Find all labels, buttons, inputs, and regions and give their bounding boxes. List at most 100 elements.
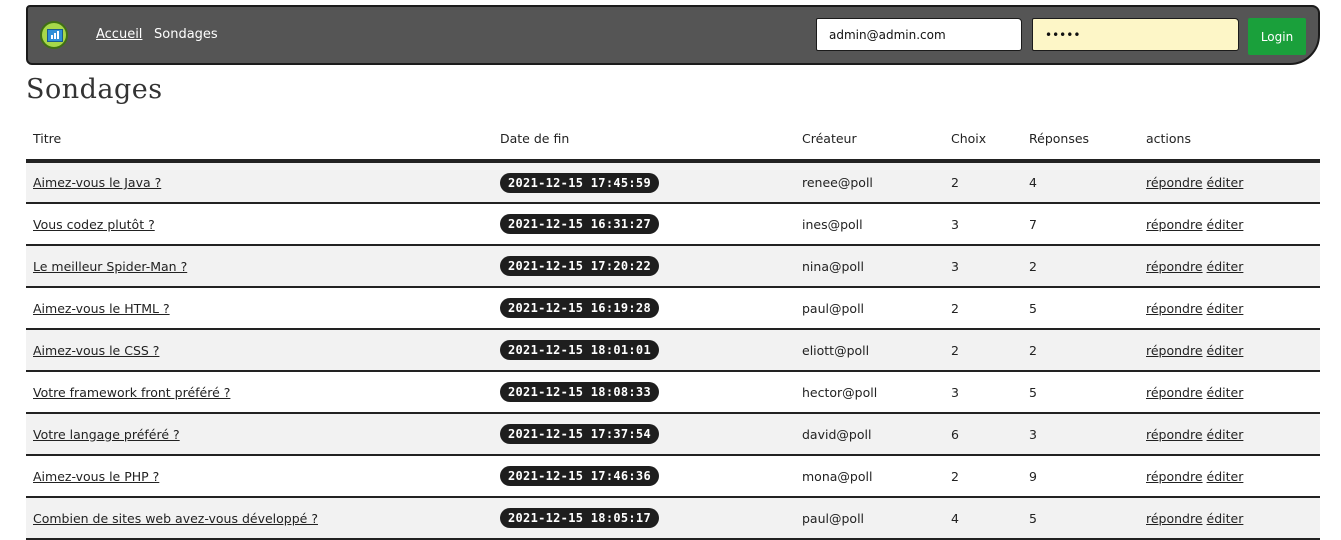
page-title: Sondages [26,74,163,105]
row-choices-cell: 2 [944,455,1022,498]
table-row: Aimez-vous le CSS ? 2021-12-15 18:01:01 el… [26,329,1320,372]
row-answers-cell: 9 [1022,455,1139,498]
row-actions-cell: répondre éditer [1139,455,1320,498]
row-title-cell: Aimez-vous le CSS ? [26,329,493,372]
row-creator-cell: paul@poll [795,287,944,330]
row-title-cell: Votre langage préféré ? [26,413,493,456]
row-choices-cell: 4 [944,497,1022,540]
row-creator-cell: david@poll [795,413,944,456]
row-actions-cell: répondre éditer [1139,287,1320,330]
row-title-cell: Le meilleur Spider-Man ? [26,245,493,288]
poll-title-link[interactable]: Aimez-vous le PHP ? [33,469,159,484]
row-date-cell: 2021-12-15 16:31:27 [493,203,795,246]
row-date-cell: 2021-12-15 17:46:36 [493,455,795,498]
edit-link[interactable]: éditer [1207,343,1244,358]
row-title-cell: Vous codez plutôt ? [26,203,493,246]
nav-home-link[interactable]: Accueil [96,27,142,42]
row-title-cell: Votre framework front préféré ? [26,371,493,414]
end-date-badge: 2021-12-15 17:37:54 [500,424,659,444]
end-date-badge: 2021-12-15 17:20:22 [500,256,659,276]
answer-link[interactable]: répondre [1146,301,1203,316]
edit-link[interactable]: éditer [1207,217,1244,232]
row-title-cell: Combien de sites web avez-vous développé… [26,497,493,540]
end-date-badge: 2021-12-15 16:31:27 [500,214,659,234]
header-end-date: Date de fin [493,118,795,163]
chart-screen-icon [47,29,63,42]
logo-icon[interactable] [40,21,68,49]
end-date-badge: 2021-12-15 17:45:59 [500,172,659,193]
login-button[interactable]: Login [1248,18,1306,55]
row-choices-cell: 2 [944,287,1022,330]
table-row: Aimez-vous le Java ? 2021-12-15 17:45:59 r… [26,161,1320,204]
row-actions-cell: répondre éditer [1139,329,1320,372]
row-actions-cell: répondre éditer [1139,203,1320,246]
row-creator-cell: hector@poll [795,371,944,414]
top-navbar: Accueil Sondages Login [26,5,1320,65]
poll-title-link[interactable]: Le meilleur Spider-Man ? [33,259,187,274]
row-choices-cell: 2 [944,161,1022,204]
table-row: Combien de sites web avez-vous développé… [26,497,1320,540]
row-creator-cell: renee@poll [795,161,944,204]
end-date-badge: 2021-12-15 16:19:28 [500,298,659,318]
table-row: Aimez-vous le HTML ? 2021-12-15 16:19:28 p… [26,287,1320,330]
answer-link[interactable]: répondre [1146,217,1203,232]
row-date-cell: 2021-12-15 18:08:33 [493,371,795,414]
poll-title-link[interactable]: Combien de sites web avez-vous développé… [33,511,318,526]
edit-link[interactable]: éditer [1207,511,1244,526]
table-row: Vous codez plutôt ? 2021-12-15 16:31:27 in… [26,203,1320,246]
row-title-cell: Aimez-vous le PHP ? [26,455,493,498]
answer-link[interactable]: répondre [1146,511,1203,526]
row-creator-cell: eliott@poll [795,329,944,372]
email-field[interactable] [816,18,1022,51]
polls-table-container: Titre Date de fin Créateur Choix Réponse… [26,118,1320,540]
poll-title-link[interactable]: Aimez-vous le HTML ? [33,301,170,316]
row-choices-cell: 2 [944,329,1022,372]
poll-title-link[interactable]: Vous codez plutôt ? [33,217,155,232]
row-date-cell: 2021-12-15 17:45:59 [493,161,795,204]
table-row: Le meilleur Spider-Man ? 2021-12-15 17:20… [26,245,1320,288]
edit-link[interactable]: éditer [1207,175,1244,190]
answer-link[interactable]: répondre [1146,385,1203,400]
row-creator-cell: paul@poll [795,497,944,540]
poll-title-link[interactable]: Aimez-vous le CSS ? [33,343,159,358]
row-answers-cell: 5 [1022,371,1139,414]
edit-link[interactable]: éditer [1207,469,1244,484]
edit-link[interactable]: éditer [1207,301,1244,316]
table-body: Aimez-vous le Java ? 2021-12-15 17:45:59 r… [26,161,1320,540]
password-field[interactable] [1032,18,1239,51]
row-choices-cell: 3 [944,203,1022,246]
row-creator-cell: ines@poll [795,203,944,246]
answer-link[interactable]: répondre [1146,469,1203,484]
answer-link[interactable]: répondre [1146,259,1203,274]
poll-title-link[interactable]: Aimez-vous le Java ? [33,175,161,190]
end-date-badge: 2021-12-15 18:08:33 [500,382,659,402]
row-actions-cell: répondre éditer [1139,161,1320,204]
row-actions-cell: répondre éditer [1139,413,1320,456]
row-date-cell: 2021-12-15 18:05:17 [493,497,795,540]
answer-link[interactable]: répondre [1146,343,1203,358]
row-choices-cell: 3 [944,371,1022,414]
row-actions-cell: répondre éditer [1139,497,1320,540]
row-title-cell: Aimez-vous le Java ? [26,161,493,204]
edit-link[interactable]: éditer [1207,427,1244,442]
end-date-badge: 2021-12-15 18:01:01 [500,340,659,360]
answer-link[interactable]: répondre [1146,175,1203,190]
header-choices: Choix [944,118,1022,163]
row-choices-cell: 6 [944,413,1022,456]
answer-link[interactable]: répondre [1146,427,1203,442]
row-date-cell: 2021-12-15 18:01:01 [493,329,795,372]
row-answers-cell: 7 [1022,203,1139,246]
header-title: Titre [26,118,493,163]
edit-link[interactable]: éditer [1207,259,1244,274]
row-date-cell: 2021-12-15 17:37:54 [493,413,795,456]
table-row: Votre langage préféré ? 2021-12-15 17:37:… [26,413,1320,456]
header-answers: Réponses [1022,118,1139,163]
edit-link[interactable]: éditer [1207,385,1244,400]
end-date-badge: 2021-12-15 18:05:17 [500,508,659,528]
poll-title-link[interactable]: Votre framework front préféré ? [33,385,230,400]
table-header-row: Titre Date de fin Créateur Choix Réponse… [26,118,1320,163]
row-creator-cell: mona@poll [795,455,944,498]
table-row: Votre framework front préféré ? 2021-12-1… [26,371,1320,414]
row-answers-cell: 3 [1022,413,1139,456]
poll-title-link[interactable]: Votre langage préféré ? [33,427,180,442]
